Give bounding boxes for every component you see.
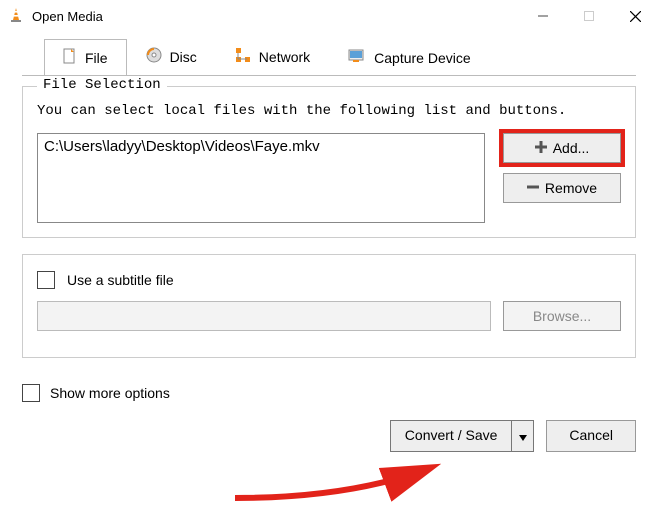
add-button-label: Add...	[553, 140, 590, 156]
remove-button-label: Remove	[545, 180, 597, 196]
more-options-checkbox[interactable]	[22, 384, 40, 402]
tab-network-label: Network	[259, 49, 310, 65]
file-icon	[63, 48, 77, 67]
subtitle-label: Use a subtitle file	[67, 272, 174, 288]
browse-button-label: Browse...	[533, 308, 591, 324]
chevron-down-icon	[519, 429, 527, 444]
subtitle-group: Use a subtitle file Browse...	[22, 254, 636, 358]
subtitle-path-input	[37, 301, 491, 331]
convert-save-label: Convert / Save	[405, 427, 498, 443]
file-list[interactable]: C:\Users\ladyy\Desktop\Videos\Faye.mkv	[37, 133, 485, 223]
file-selection-legend: File Selection	[37, 77, 167, 93]
convert-save-split-button: Convert / Save	[390, 420, 535, 452]
file-selection-group: File Selection You can select local file…	[22, 86, 636, 238]
remove-button[interactable]: Remove	[503, 173, 621, 203]
minimize-button[interactable]	[520, 0, 566, 32]
convert-save-button[interactable]: Convert / Save	[390, 420, 513, 452]
more-options-label: Show more options	[50, 385, 170, 401]
tab-capture-label: Capture Device	[374, 50, 471, 66]
minus-icon	[527, 180, 539, 196]
cancel-button[interactable]: Cancel	[546, 420, 636, 452]
window-title: Open Media	[32, 9, 103, 24]
tabs: File Disc Network Capture Device	[22, 32, 636, 75]
disc-icon	[146, 47, 162, 66]
tab-network[interactable]: Network	[216, 38, 329, 74]
add-button[interactable]: Add...	[503, 133, 621, 163]
tab-disc-label: Disc	[170, 49, 197, 65]
network-icon	[235, 47, 251, 66]
browse-button: Browse...	[503, 301, 621, 331]
subtitle-checkbox[interactable]	[37, 271, 55, 289]
tab-capture[interactable]: Capture Device	[329, 40, 490, 74]
file-selection-help: You can select local files with the foll…	[37, 103, 621, 119]
file-list-item[interactable]: C:\Users\ladyy\Desktop\Videos\Faye.mkv	[44, 138, 478, 155]
tab-file[interactable]: File	[44, 39, 127, 75]
capture-icon	[348, 49, 366, 66]
titlebar: Open Media	[0, 0, 658, 32]
tab-file-label: File	[85, 50, 108, 66]
convert-save-dropdown[interactable]	[512, 420, 534, 452]
close-button[interactable]	[612, 0, 658, 32]
plus-icon	[535, 140, 547, 156]
vlc-cone-icon	[8, 7, 24, 26]
cancel-label: Cancel	[569, 427, 613, 443]
tab-disc[interactable]: Disc	[127, 38, 216, 74]
maximize-button[interactable]	[566, 0, 612, 32]
